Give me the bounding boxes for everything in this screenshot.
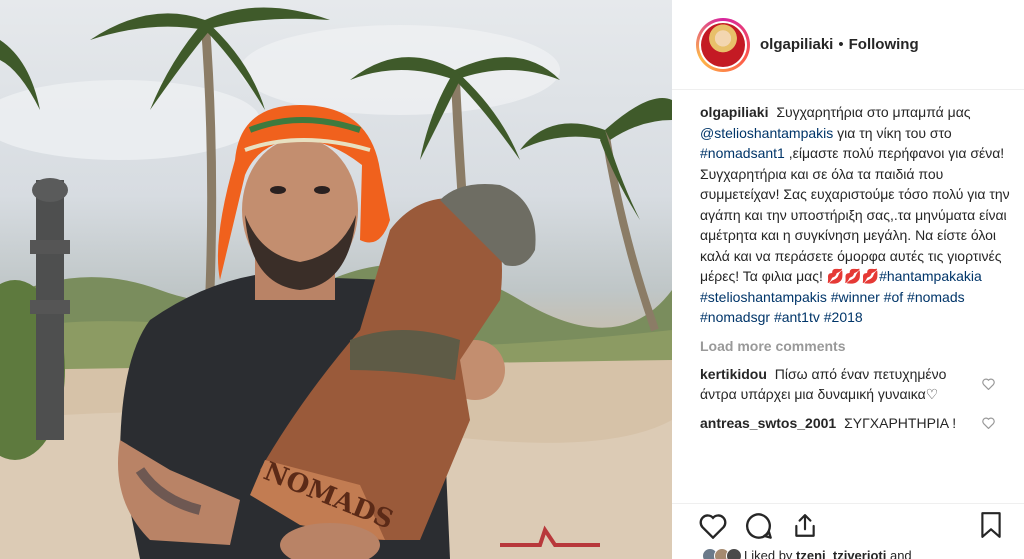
- comment-item: antreas_swtos_2001 ΣΥΓΧΑΡΗΤΗΡΙΑ !: [700, 413, 1010, 434]
- comment-username[interactable]: antreas_swtos_2001: [700, 415, 836, 431]
- post-actions-bar: [672, 503, 1024, 547]
- heart-small-icon[interactable]: [980, 413, 996, 433]
- kiss-emoji: 💋💋💋: [826, 268, 880, 284]
- bookmark-icon[interactable]: [976, 510, 1006, 540]
- comment-text: ΣΥΓΧΑΡΗΤΗΡΙΑ !: [844, 414, 957, 431]
- caption-mention-link[interactable]: @stelioshantampakis: [700, 125, 833, 141]
- header-username[interactable]: olgapiliaki: [760, 36, 833, 53]
- hashtag-link[interactable]: #nomads: [907, 289, 965, 305]
- following-button[interactable]: Following: [849, 36, 919, 53]
- avatar[interactable]: [696, 17, 750, 72]
- hashtag-link[interactable]: #ant1tv: [774, 309, 820, 325]
- post-header: olgapiliaki • Following: [672, 0, 1024, 90]
- hashtag-link[interactable]: #stelioshantampakis: [700, 289, 827, 305]
- hashtag-link[interactable]: #of: [884, 289, 903, 305]
- likes-suffix: and: [889, 548, 912, 559]
- hashtag-link[interactable]: #hantampakakia: [879, 268, 982, 284]
- avatar-image: [701, 22, 745, 67]
- caption-text-2: για τη νίκη του στο: [837, 124, 952, 141]
- header-separator: •: [838, 36, 844, 53]
- liker-avatars: [702, 548, 742, 559]
- likes-summary: Liked by tzeni_tziverioti and: [702, 548, 1022, 559]
- comment-item: kertikidou Πίσω από έναν πετυχημένο άντρ…: [700, 364, 1010, 405]
- caption-text-1: Συγχαρητήρια στο μπαμπά μας: [776, 104, 971, 120]
- caption-username[interactable]: olgapiliaki: [700, 104, 768, 120]
- hashtag-link[interactable]: #2018: [824, 309, 863, 325]
- liker-username[interactable]: tzeni_tziverioti: [796, 548, 886, 559]
- share-icon[interactable]: [790, 511, 820, 541]
- comments-list: olgapiliaki Συγχαρητήρια στο μπαμπά μας …: [700, 102, 1010, 433]
- photo-illustration: NOMADS: [0, 7, 672, 559]
- comment-icon[interactable]: [744, 511, 774, 541]
- caption: olgapiliaki Συγχαρητήρια στο μπαμπά μας …: [700, 102, 1010, 328]
- heart-icon[interactable]: [698, 511, 728, 541]
- heart-small-icon[interactable]: [980, 374, 996, 394]
- load-more-comments-button[interactable]: Load more comments: [700, 336, 1010, 356]
- likes-prefix: Liked by: [744, 548, 793, 559]
- comment-username[interactable]: kertikidou: [700, 366, 767, 382]
- post-sidebar: olgapiliaki • Following olgapiliaki Συγχ…: [672, 0, 1024, 559]
- post-photo: NOMADS: [0, 0, 672, 559]
- hashtag-link[interactable]: #nomadsgr: [700, 309, 770, 325]
- caption-text-3: ,είμαστε πολύ περήφανοι για σένα! Συγχαρ…: [700, 145, 1010, 284]
- liker-avatar[interactable]: [726, 548, 742, 559]
- hashtag-link[interactable]: #winner: [831, 289, 880, 305]
- caption-hashtag-link[interactable]: #nomadsant1: [700, 145, 785, 161]
